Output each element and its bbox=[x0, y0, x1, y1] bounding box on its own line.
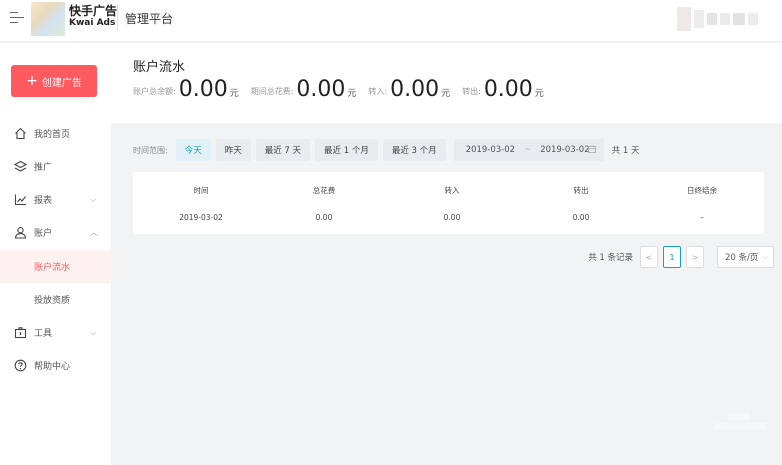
create-ad-button[interactable]: + 创建广告 bbox=[11, 65, 97, 97]
brand-name-cn: 快手广告 bbox=[69, 4, 118, 18]
time-range-filter: 时间范围: 今天 昨天 最近 7 天 最近 1 个月 最近 3 个月 2019-… bbox=[133, 139, 639, 161]
cell-spend: 0.00 bbox=[315, 213, 333, 222]
date-range-picker[interactable]: 2019-03-02 ~ 2019-03-02 bbox=[453, 139, 604, 161]
cell-balance: – bbox=[700, 213, 704, 222]
logo bbox=[31, 2, 65, 36]
summary-stats: 账户总余额: 0.00 元 期间总花费: 0.00 元 转入: 0.00 元 转… bbox=[133, 79, 556, 101]
balance-unit: 元 bbox=[229, 89, 239, 99]
sidebar-item-label: 我的首页 bbox=[34, 130, 71, 140]
table-row: 2019-03-02 0.00 0.00 0.00 – bbox=[133, 206, 767, 230]
help-icon bbox=[13, 359, 27, 373]
sidebar: + 创建广告 我的首页 推广 报表 ⌵ 账户 ︿ 账户流水 投放资质 工具 ⌵ … bbox=[0, 43, 111, 465]
sidebar-item-tools[interactable]: 工具 ⌵ bbox=[0, 316, 111, 349]
sidebar-item-label: 推广 bbox=[34, 163, 53, 173]
cell-time: 2019-03-02 bbox=[179, 213, 223, 222]
watermark bbox=[714, 413, 766, 439]
next-page-button[interactable]: > bbox=[686, 246, 704, 268]
sidebar-item-label: 工具 bbox=[34, 329, 53, 339]
sidebar-item-label: 账户 bbox=[34, 229, 53, 239]
brand-name-en: Kwai Ads bbox=[69, 18, 116, 28]
transfer-out-label: 转出: bbox=[462, 87, 481, 96]
transfer-in-unit: 元 bbox=[441, 89, 451, 99]
menu-toggle-icon[interactable] bbox=[10, 12, 24, 24]
transfer-in-label: 转入: bbox=[368, 87, 388, 96]
balance-value: 0.00 bbox=[178, 77, 228, 102]
main-content: 账户流水 账户总余额: 0.00 元 期间总花费: 0.00 元 转入: 0.0… bbox=[111, 43, 782, 465]
sidebar-item-help[interactable]: 帮助中心 bbox=[0, 349, 111, 382]
balance-label: 账户总余额: bbox=[133, 87, 176, 96]
range-yesterday-button[interactable]: 昨天 bbox=[215, 139, 251, 161]
platform-title: 管理平台 bbox=[125, 12, 174, 26]
chevron-down-icon: ⌵ bbox=[90, 327, 97, 337]
spend-value: 0.00 bbox=[296, 77, 346, 102]
calendar-icon bbox=[587, 145, 596, 155]
column-header-balance: 日终结余 bbox=[687, 186, 717, 195]
transfer-out-unit: 元 bbox=[534, 89, 544, 99]
account-flow-table: 时间 总花费 转入 转出 日终结余 2019-03-02 0.00 0.00 0… bbox=[133, 172, 767, 234]
time-range-label: 时间范围: bbox=[133, 145, 168, 155]
cell-in: 0.00 bbox=[443, 213, 461, 222]
sidebar-item-label: 账户流水 bbox=[34, 263, 71, 273]
table-header-row: 时间 总花费 转入 转出 日终结余 bbox=[133, 179, 767, 203]
chart-line-icon bbox=[13, 193, 27, 207]
user-account-menu[interactable] bbox=[677, 4, 767, 34]
total-records: 共 1 条记录 bbox=[588, 253, 633, 263]
range-1-month-button[interactable]: 最近 1 个月 bbox=[315, 139, 378, 161]
chevron-up-icon: ︿ bbox=[90, 228, 98, 237]
sidebar-item-label: 投放资质 bbox=[34, 296, 71, 306]
end-date: 2019-03-02 bbox=[540, 145, 590, 155]
top-bar: 快手广告 Kwai Ads 管理平台 bbox=[0, 0, 782, 42]
chevron-down-icon: ⌵ bbox=[90, 194, 97, 204]
sidebar-item-promotion[interactable]: 推广 bbox=[0, 150, 111, 183]
user-icon bbox=[13, 226, 27, 240]
page-1-button[interactable]: 1 bbox=[663, 246, 681, 268]
page-title: 账户流水 bbox=[133, 60, 186, 75]
column-header-in: 转入 bbox=[444, 186, 460, 195]
table-scrollbar[interactable] bbox=[764, 172, 767, 234]
column-header-spend: 总花费 bbox=[312, 186, 336, 195]
sidebar-item-label: 帮助中心 bbox=[34, 362, 71, 372]
transfer-out-value: 0.00 bbox=[483, 77, 533, 102]
page-size-select[interactable]: 20 条/页 ⌵ bbox=[717, 246, 774, 268]
plus-icon: + bbox=[26, 73, 38, 89]
sidebar-item-label: 报表 bbox=[34, 196, 53, 206]
date-separator: ~ bbox=[524, 145, 532, 155]
toolbox-icon bbox=[13, 326, 27, 340]
sidebar-item-reports[interactable]: 报表 ⌵ bbox=[0, 183, 111, 216]
transfer-in-value: 0.00 bbox=[390, 77, 440, 102]
range-3-months-button[interactable]: 最近 3 个月 bbox=[382, 139, 446, 161]
brand-divider bbox=[117, 5, 118, 31]
day-count: 共 1 天 bbox=[611, 146, 640, 156]
start-date: 2019-03-02 bbox=[465, 145, 516, 155]
prev-page-button[interactable]: < bbox=[640, 246, 658, 268]
chevron-down-icon: ⌵ bbox=[762, 252, 768, 261]
sidebar-item-home[interactable]: 我的首页 bbox=[0, 117, 111, 150]
spend-unit: 元 bbox=[347, 89, 357, 99]
sidebar-item-account-flow[interactable]: 账户流水 bbox=[0, 250, 111, 283]
column-header-time: 时间 bbox=[193, 186, 209, 195]
sidebar-item-qualification[interactable]: 投放资质 bbox=[0, 283, 111, 316]
range-7-days-button[interactable]: 最近 7 天 bbox=[255, 139, 311, 161]
layers-icon bbox=[13, 160, 27, 174]
page-size-value: 20 条/页 bbox=[725, 253, 759, 263]
create-ad-label: 创建广告 bbox=[41, 77, 82, 89]
home-icon bbox=[13, 127, 27, 141]
spend-label: 期间总花费: bbox=[250, 87, 294, 96]
cell-out: 0.00 bbox=[572, 213, 590, 222]
account-summary: 账户流水 账户总余额: 0.00 元 期间总花费: 0.00 元 转入: 0.0… bbox=[111, 43, 782, 123]
column-header-out: 转出 bbox=[573, 186, 589, 195]
sidebar-item-account[interactable]: 账户 ︿ bbox=[0, 216, 111, 249]
range-today-button[interactable]: 今天 bbox=[175, 139, 211, 161]
pagination: 共 1 条记录 < 1 > 20 条/页 ⌵ bbox=[588, 246, 774, 268]
brand: 快手广告 Kwai Ads bbox=[69, 5, 117, 28]
